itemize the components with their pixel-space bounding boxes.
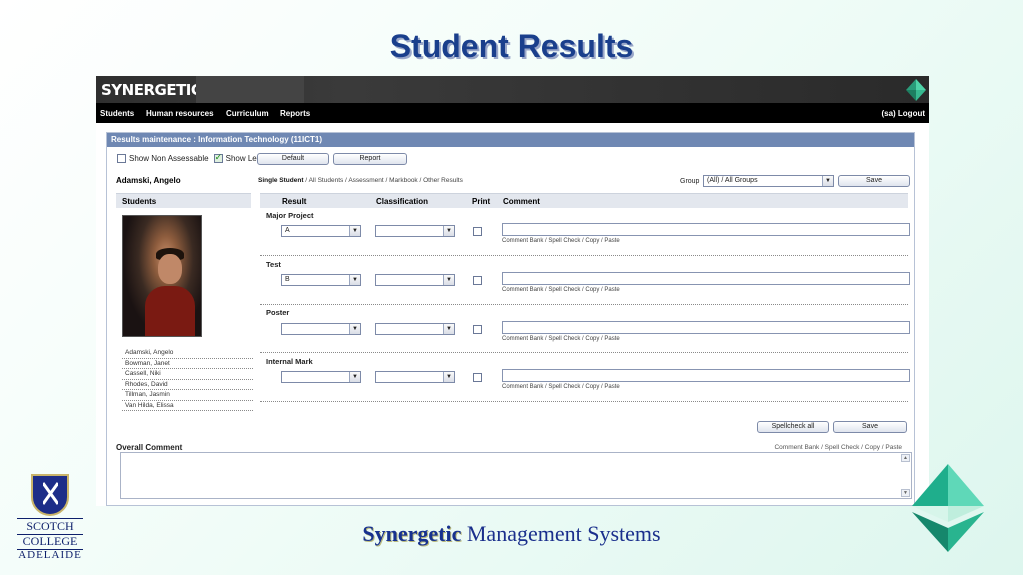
comment-tools-major-project[interactable]: Comment Bank / Spell Check / Copy / Past… bbox=[502, 238, 620, 244]
panel-title: Results maintenance : Information Techno… bbox=[107, 133, 914, 147]
print-checkbox-test[interactable] bbox=[473, 276, 482, 285]
row-label-test: Test bbox=[266, 260, 281, 269]
top-save-button[interactable]: Save bbox=[838, 175, 910, 187]
overall-comment-input[interactable]: ▲ ▼ bbox=[120, 452, 912, 499]
saltire-icon bbox=[43, 482, 58, 505]
scroll-up-icon[interactable]: ▲ bbox=[901, 454, 910, 462]
overall-comment-label: Overall Comment bbox=[116, 443, 183, 452]
comment-input-test[interactable] bbox=[502, 272, 910, 285]
crest-shield bbox=[31, 474, 69, 516]
comment-input-major-project[interactable] bbox=[502, 223, 910, 236]
school-crest-icon: SCOTCH COLLEGE ADELAIDE bbox=[17, 474, 83, 563]
chevron-down-icon: ▼ bbox=[349, 372, 360, 382]
student-list-item[interactable]: Rhodes, David bbox=[122, 380, 253, 390]
comment-tools-poster[interactable]: Comment Bank / Spell Check / Copy / Past… bbox=[502, 336, 620, 342]
print-checkbox-poster[interactable] bbox=[473, 325, 482, 334]
current-student-name: Adamski, Angelo bbox=[116, 176, 181, 185]
nav-students[interactable]: Students bbox=[100, 109, 134, 118]
overall-comment-tools[interactable]: Comment Bank / Spell Check / Copy / Past… bbox=[774, 444, 902, 451]
result-select-internal-mark[interactable]: ▼ bbox=[281, 371, 361, 383]
options-row: Show Non Assessable Show Left bbox=[117, 152, 262, 163]
chevron-down-icon: ▼ bbox=[822, 176, 833, 186]
diamond-logo-icon bbox=[906, 79, 926, 101]
gem-logo-icon bbox=[912, 464, 984, 552]
row-divider bbox=[260, 255, 908, 256]
result-select-test[interactable]: B ▼ bbox=[281, 274, 361, 286]
topbar-decor bbox=[196, 76, 304, 103]
students-header: Students bbox=[116, 193, 251, 208]
row-label-major-project: Major Project bbox=[266, 211, 314, 220]
nav-reports[interactable]: Reports bbox=[280, 109, 310, 118]
chevron-down-icon: ▼ bbox=[443, 324, 454, 334]
spellcheck-all-button[interactable]: Spellcheck all bbox=[757, 421, 829, 433]
classification-select-test[interactable]: ▼ bbox=[375, 274, 455, 286]
nav-human-resources[interactable]: Human resources bbox=[146, 109, 214, 118]
school-name-line-3: ADELAIDE bbox=[18, 549, 82, 561]
group-label: Group bbox=[680, 178, 700, 185]
show-left-label: Show Left bbox=[225, 154, 262, 163]
comment-tools-test[interactable]: Comment Bank / Spell Check / Copy / Past… bbox=[502, 287, 620, 293]
report-button[interactable]: Report bbox=[333, 153, 407, 165]
show-left-checkbox[interactable] bbox=[213, 152, 223, 163]
other-results-link[interactable]: Other Results bbox=[423, 177, 463, 184]
chevron-down-icon: ▼ bbox=[443, 226, 454, 236]
chevron-down-icon: ▼ bbox=[349, 324, 360, 334]
print-checkbox-internal-mark[interactable] bbox=[473, 373, 482, 382]
results-panel: Results maintenance : Information Techno… bbox=[106, 132, 915, 506]
col-classification: Classification bbox=[376, 197, 429, 206]
show-non-assessable-label: Show Non Assessable bbox=[129, 154, 209, 163]
row-divider bbox=[260, 352, 908, 353]
result-select-poster[interactable]: ▼ bbox=[281, 323, 361, 335]
col-comment: Comment bbox=[503, 197, 540, 206]
app-window: SYNERGETIC Students Human resources Curr… bbox=[96, 76, 929, 506]
save-button[interactable]: Save bbox=[833, 421, 907, 433]
row-label-internal-mark: Internal Mark bbox=[266, 357, 313, 366]
row-label-poster: Poster bbox=[266, 308, 290, 317]
student-list: Adamski, Angelo Bowman, Janet Cassell, N… bbox=[122, 348, 253, 411]
single-student-link[interactable]: Single Student bbox=[258, 177, 304, 184]
comment-input-poster[interactable] bbox=[502, 321, 910, 334]
chevron-down-icon: ▼ bbox=[349, 275, 360, 285]
col-print: Print bbox=[472, 197, 491, 206]
comment-input-internal-mark[interactable] bbox=[502, 369, 910, 382]
app-navbar: Students Human resources Curriculum Repo… bbox=[96, 103, 929, 123]
row-divider bbox=[260, 304, 908, 305]
student-list-item[interactable]: Bowman, Janet bbox=[122, 359, 253, 369]
assessment-link[interactable]: Assessment bbox=[348, 177, 383, 184]
row-divider bbox=[260, 401, 908, 402]
footer-brand: Synergetic bbox=[362, 521, 462, 546]
student-list-item[interactable]: Adamski, Angelo bbox=[122, 348, 253, 359]
student-list-item[interactable]: Cassell, Niki bbox=[122, 369, 253, 380]
chevron-down-icon: ▼ bbox=[443, 372, 454, 382]
result-select-major-project[interactable]: A ▼ bbox=[281, 225, 361, 237]
student-list-item[interactable]: Van Hilda, Elissa bbox=[122, 401, 253, 411]
footer-rest: Management Systems bbox=[461, 521, 661, 546]
markbook-link[interactable]: Markbook bbox=[389, 177, 418, 184]
student-photo bbox=[122, 215, 202, 337]
app-topbar: SYNERGETIC bbox=[96, 76, 929, 103]
comment-tools-internal-mark[interactable]: Comment Bank / Spell Check / Copy / Past… bbox=[502, 384, 620, 390]
group-select[interactable]: (All) / All Groups ▼ bbox=[703, 175, 834, 187]
col-result: Result bbox=[282, 197, 307, 206]
group-select-value: (All) / All Groups bbox=[707, 177, 758, 184]
default-button[interactable]: Default bbox=[257, 153, 329, 165]
classification-select-poster[interactable]: ▼ bbox=[375, 323, 455, 335]
all-students-link[interactable]: All Students bbox=[309, 177, 344, 184]
logout-link[interactable]: (sa) Logout bbox=[881, 109, 925, 118]
chevron-down-icon: ▼ bbox=[349, 226, 360, 236]
classification-select-major-project[interactable]: ▼ bbox=[375, 225, 455, 237]
classification-select-internal-mark[interactable]: ▼ bbox=[375, 371, 455, 383]
show-non-assessable-checkbox[interactable] bbox=[117, 154, 126, 163]
results-grid-header: Result Classification Print Comment bbox=[260, 193, 908, 208]
chevron-down-icon: ▼ bbox=[443, 275, 454, 285]
student-list-item[interactable]: Tillman, Jasmin bbox=[122, 390, 253, 401]
slide-title: Student Results bbox=[389, 28, 634, 64]
nav-curriculum[interactable]: Curriculum bbox=[226, 109, 269, 118]
print-checkbox-major-project[interactable] bbox=[473, 227, 482, 236]
view-links: Single Student / All Students / Assessme… bbox=[258, 177, 463, 184]
footer-brand-text: Synergetic Management Systems bbox=[0, 521, 1023, 547]
app-brand: SYNERGETIC bbox=[101, 81, 202, 99]
